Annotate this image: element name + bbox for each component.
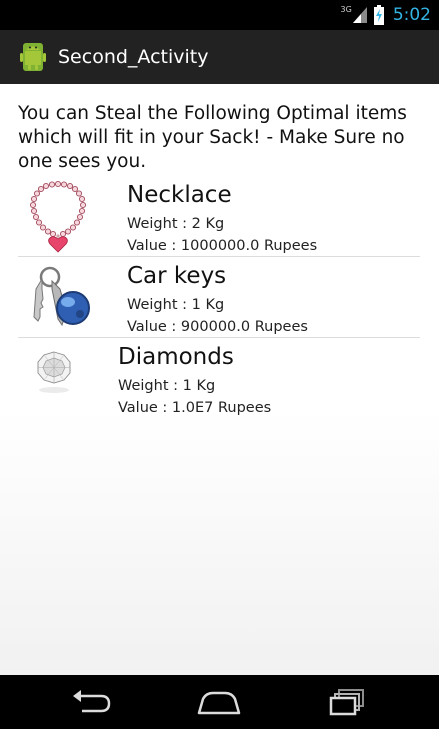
network-type-label: 3G [340,4,352,14]
action-bar: Second_Activity [0,30,439,84]
content-area: You can Steal the Following Optimal item… [0,84,439,675]
status-clock: 5:02 [392,5,431,25]
item-name: Car keys [127,263,227,289]
list-item[interactable]: Diamonds Weight : 1 Kg Value : 1.0E7 Rup… [18,338,420,418]
home-icon[interactable] [189,685,249,719]
activity-title: Second_Activity [58,46,209,68]
item-name: Necklace [127,182,232,208]
android-robot-icon[interactable] [17,41,49,73]
diamond-image [37,351,71,393]
intro-text: You can Steal the Following Optimal item… [18,103,407,172]
item-value: Value : 1.0E7 Rupees [118,400,272,416]
car-keys-image [33,266,90,327]
battery-icon [373,5,384,25]
item-weight: Weight : 1 Kg [127,297,225,313]
signal-strength-icon [352,7,367,23]
navigation-bar [0,675,439,729]
item-value: Value : 900000.0 Rupees [127,319,308,335]
status-bar: 3G 5:02 [0,0,439,30]
item-weight: Weight : 1 Kg [118,378,216,394]
back-icon[interactable] [61,685,121,719]
necklace-image [29,180,87,253]
item-name: Diamonds [118,344,234,370]
item-value: Value : 1000000.0 Rupees [127,238,318,254]
list-item[interactable]: Car keys Weight : 1 Kg Value : 900000.0 … [18,257,420,338]
item-weight: Weight : 2 Kg [127,216,225,232]
list-item[interactable]: Necklace Weight : 2 Kg Value : 1000000.0… [18,176,420,257]
status-icons: 3G 5:02 [341,3,431,27]
recent-apps-icon[interactable] [317,685,377,719]
